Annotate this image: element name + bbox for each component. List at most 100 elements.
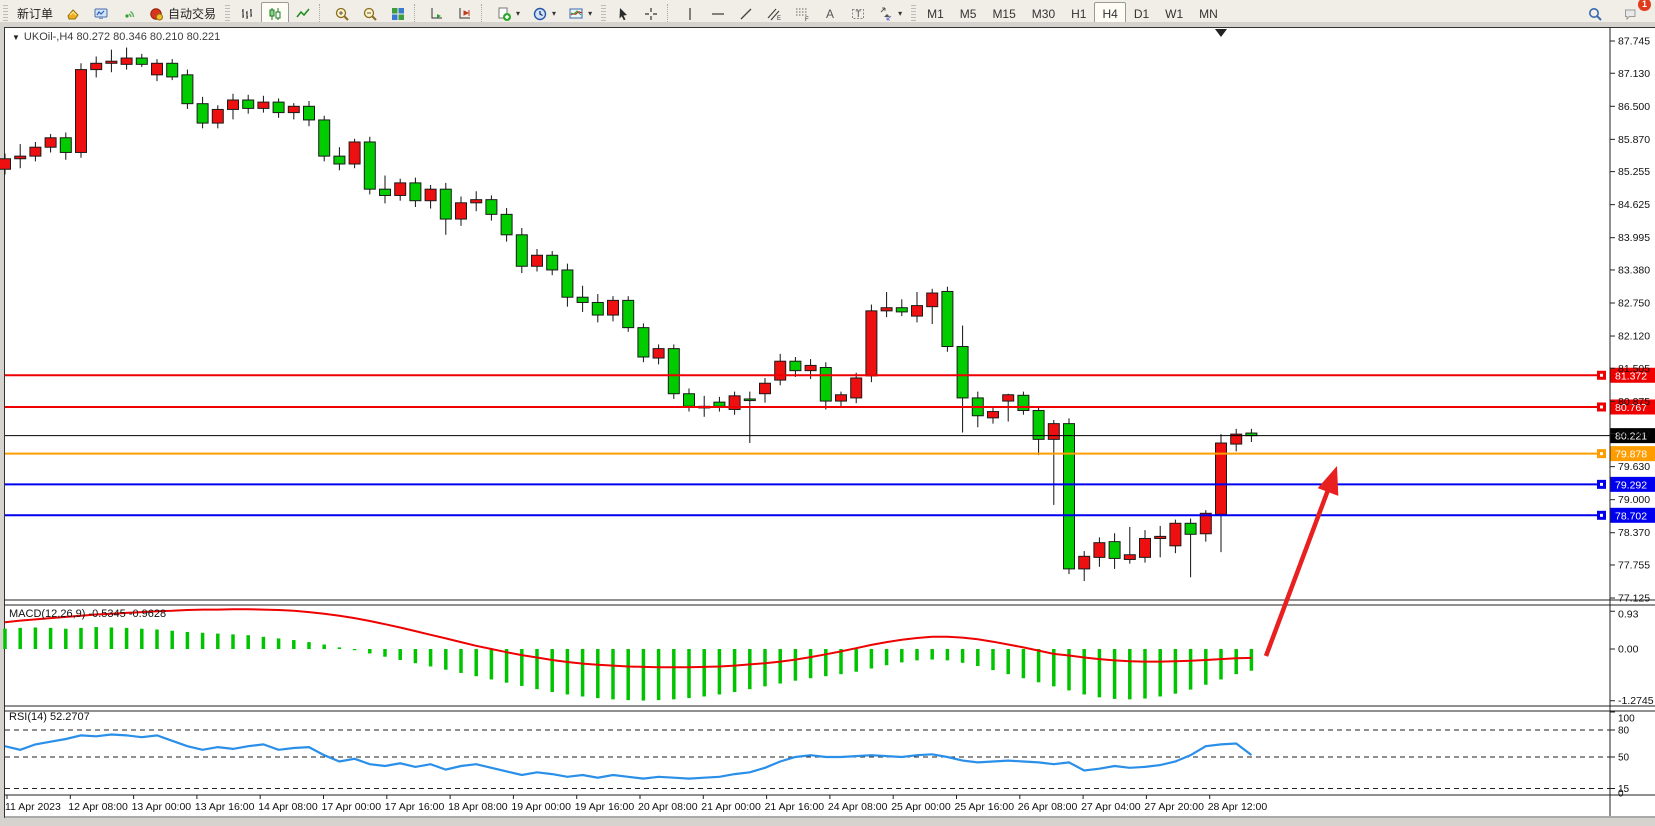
candle [1170,523,1181,546]
search-icon [1587,6,1603,22]
auto-trading-label: 自动交易 [168,5,216,22]
candle [623,300,634,327]
price-tick-label: 87.745 [1618,36,1650,48]
candlestick-chart-icon [267,6,283,22]
vertical-line-icon [682,6,698,22]
candle [364,142,375,189]
time-tick-label: 13 Apr 16:00 [195,801,255,813]
chevron-down-icon: ▾ [588,9,592,18]
time-tick-label: 21 Apr 16:00 [765,801,825,813]
tf-label: M30 [1032,7,1055,21]
candle [775,361,786,380]
symbol-header: ▼UKOil-,H4 80.272 80.346 80.210 80.221 [12,31,220,43]
candle [896,308,907,312]
candle [1079,556,1090,569]
toolbar-grip[interactable] [3,5,8,23]
macd-indicator-label: MACD(12,26,9) -0.5345 -0.9628 [9,608,166,620]
time-tick-label: 17 Apr 16:00 [385,801,445,813]
candle [653,349,664,358]
price-tick-label: 80.875 [1618,396,1650,408]
tf-label: D1 [1134,7,1149,21]
hline-handle-dot [1600,514,1603,517]
time-tick-label: 21 Apr 00:00 [701,801,761,813]
fibonacci-icon: F [794,6,810,22]
candle [76,70,87,153]
price-tick-label: 79.000 [1618,494,1650,506]
toolbar-grip[interactable] [911,5,916,23]
tf-label: H1 [1071,7,1086,21]
time-tick-label: 19 Apr 00:00 [511,801,571,813]
price-tick-label: 77.125 [1618,593,1650,605]
price-tick-label: 78.370 [1618,527,1650,539]
candle [592,302,603,315]
candle [714,402,725,406]
time-tick-label: 26 Apr 08:00 [1018,801,1078,813]
candle [273,102,284,112]
price-tick-label: 85.870 [1618,134,1650,146]
candle [45,138,56,147]
candle [912,306,923,316]
candle [182,75,193,104]
svg-text:E: E [777,16,781,22]
time-tick-label: 20 Apr 08:00 [638,801,698,813]
zoom-out-icon [362,6,378,22]
candle [820,368,831,402]
chart-shift-icon [457,6,473,22]
svg-text:F: F [805,17,809,22]
time-tick-label: 11 Apr 2023 [5,801,61,813]
candle [988,412,999,418]
toolbar-grip[interactable] [601,5,606,23]
candle [836,395,847,401]
time-tick-label: 25 Apr 00:00 [891,801,951,813]
rsi-indicator-label: RSI(14) 52.2707 [9,711,90,723]
chat-bubble-icon [1623,6,1639,22]
price-tick-label: 83.380 [1618,264,1650,276]
price-tick-label: 77.755 [1618,559,1650,571]
chart-background [4,27,1655,818]
svg-text:A: A [826,7,834,21]
tf-label: W1 [1165,7,1183,21]
price-tag-label: 79.292 [1615,479,1647,491]
crosshair-icon [643,6,659,22]
signal-icon [121,6,137,22]
tf-label: M1 [927,7,944,21]
time-tick-label: 17 Apr 00:00 [322,801,382,813]
candle [1064,424,1075,569]
price-tag-label: 79.878 [1615,449,1647,461]
candle [288,106,299,112]
hline-handle-dot [1600,405,1603,408]
time-tick-label: 13 Apr 00:00 [132,801,192,813]
line-chart-icon [295,6,311,22]
hline-handle-dot [1600,483,1603,486]
candle [349,142,360,164]
chevron-down-icon: ▾ [516,9,520,18]
candle [197,104,208,123]
computer-chart-icon [93,6,109,22]
candle [395,183,406,196]
channel-icon: E [766,6,782,22]
candle [440,189,451,219]
new-order-label: 新订单 [17,5,53,22]
auto-scroll-icon [429,6,445,22]
candle [608,300,619,315]
candle [866,311,877,376]
toolbar-grip[interactable] [225,5,230,23]
chart-canvas[interactable]: 81.37280.76780.22179.87879.29278.70287.7… [0,22,1655,826]
candle [942,291,953,346]
tf-label: M5 [960,7,977,21]
candle [258,102,269,108]
candle [1140,538,1151,557]
candle [228,100,239,109]
rsi-tick-label: 0 [1618,789,1624,800]
candle [851,378,862,398]
candle [516,235,527,266]
candle [121,58,132,64]
chevron-down-icon: ▼ [12,33,20,42]
gold-nugget-icon [65,6,81,22]
rsi-tick-label: 100 [1618,714,1635,725]
price-tick-label: 82.750 [1618,297,1650,309]
time-tick-label: 18 Apr 08:00 [448,801,508,813]
hline-handle-dot [1600,374,1603,377]
candle [760,383,771,393]
candle [1185,523,1196,534]
